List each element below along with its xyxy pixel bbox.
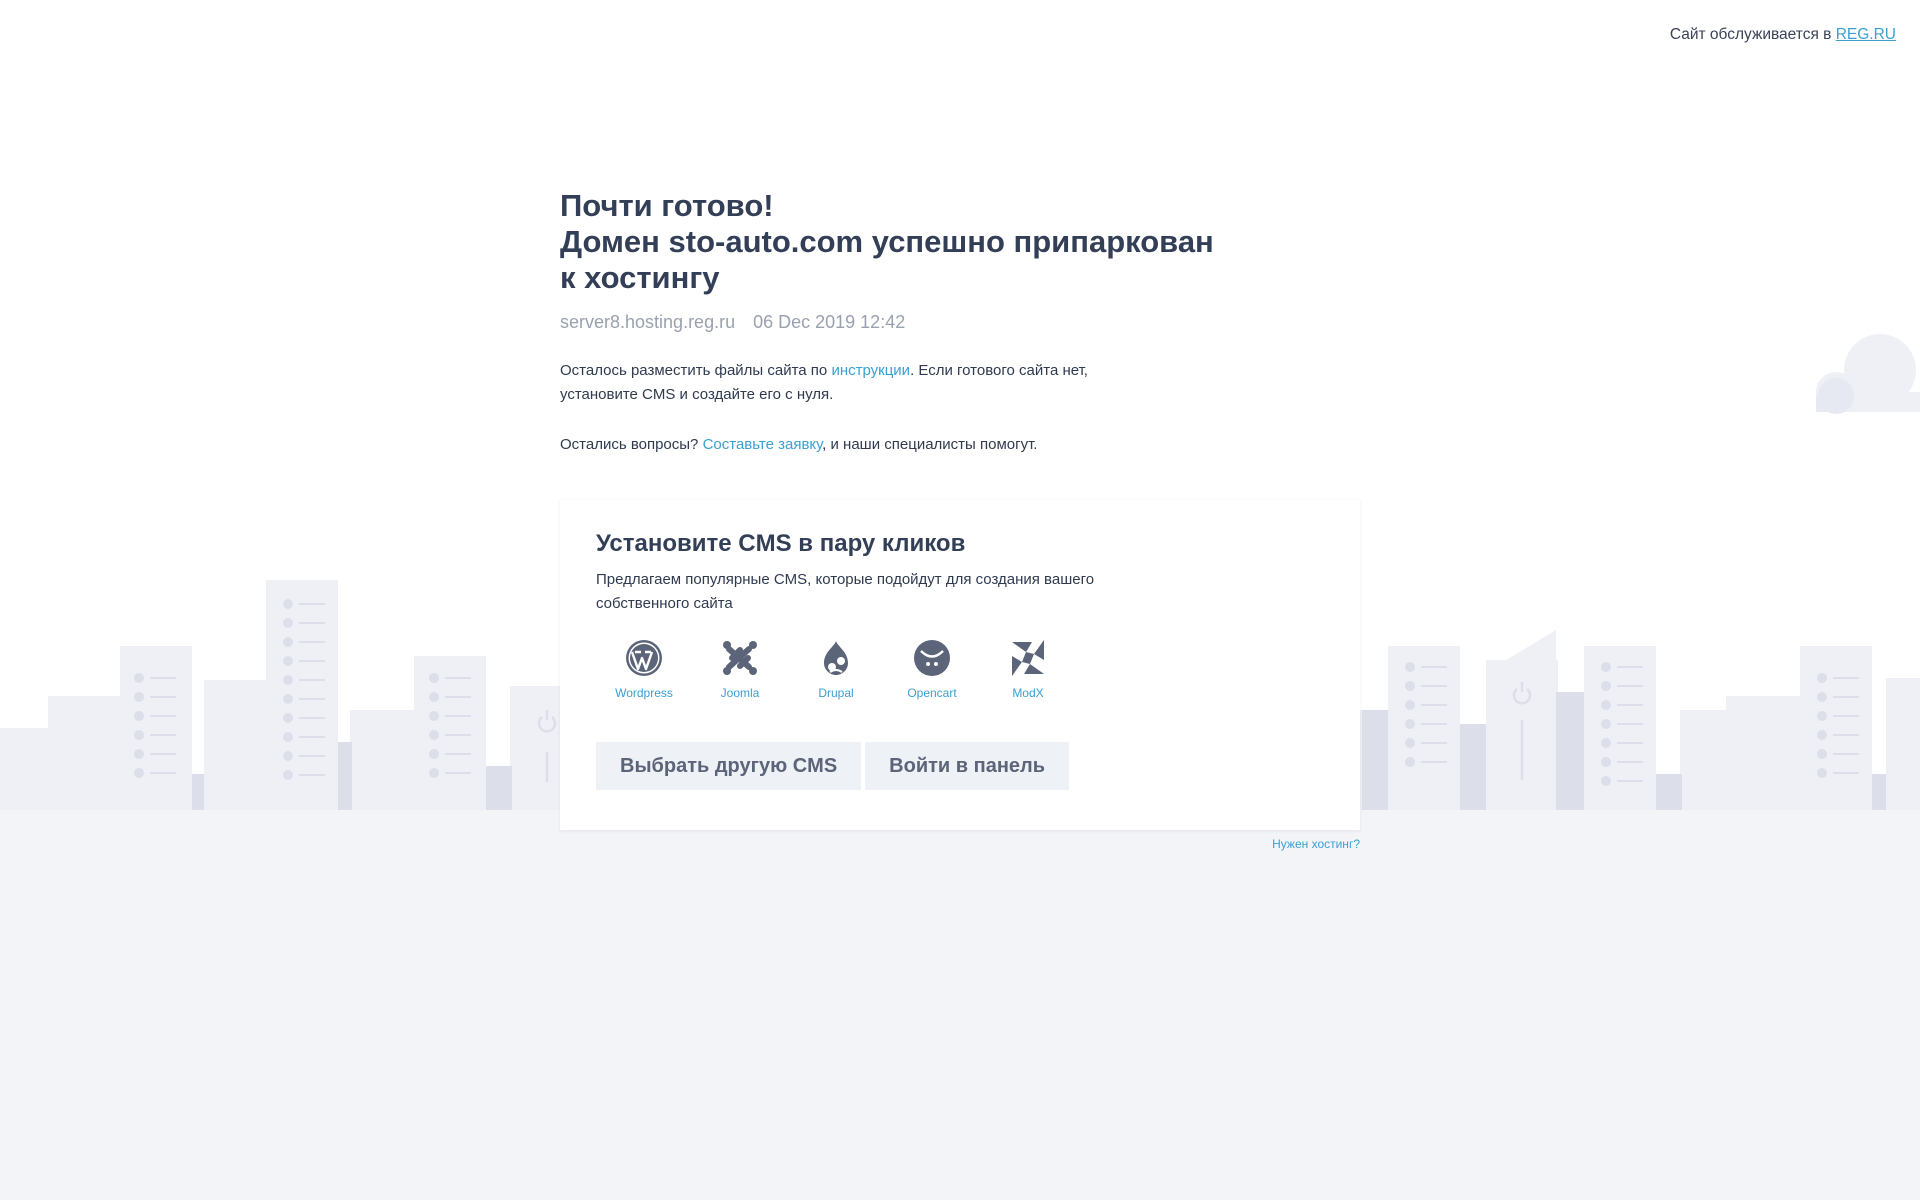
cms-label-joomla: Joomla	[720, 686, 760, 700]
server-meta: server8.hosting.reg.ru 06 Dec 2019 12:42	[560, 312, 1360, 333]
cms-item-modx[interactable]: ModX	[980, 638, 1076, 700]
instructions-link[interactable]: инструкции	[831, 362, 910, 379]
wordpress-icon	[626, 640, 662, 676]
questions-paragraph: Остались вопросы? Составьте заявку, и на…	[560, 433, 1160, 457]
choose-other-cms-button[interactable]: Выбрать другую CMS	[596, 742, 862, 790]
server-name: server8.hosting.reg.ru	[560, 312, 736, 332]
title-line-3: к хостингу	[560, 260, 720, 295]
cms-item-opencart[interactable]: Opencart	[884, 638, 980, 700]
cms-label-modx: ModX	[1012, 686, 1044, 700]
cms-list: Wordpress Joomla Drupal Opencart ModX	[596, 638, 1324, 700]
support-request-link[interactable]: Составьте заявку	[703, 436, 823, 453]
cms-label-opencart: Opencart	[907, 686, 957, 700]
ground-background	[0, 804, 1920, 1200]
joomla-icon	[723, 641, 757, 675]
regru-link[interactable]: REG.RU	[1836, 26, 1896, 43]
hosting-provider-bar: Сайт обслуживается в REG.RU	[1670, 26, 1896, 44]
login-panel-button[interactable]: Войти в панель	[865, 742, 1070, 790]
cms-item-drupal[interactable]: Drupal	[788, 638, 884, 700]
page-title: Почти готово! Домен sto-auto.com успешно…	[560, 188, 1360, 296]
cms-label-wordpress: Wordpress	[615, 686, 673, 700]
cms-card-title: Установите CMS в пару кликов	[596, 530, 966, 557]
instructions-paragraph: Осталось разместить файлы сайта по инстр…	[560, 359, 1160, 407]
instructions-text: Осталось разместить файлы сайта по	[560, 362, 832, 379]
cms-item-wordpress[interactable]: Wordpress	[596, 638, 692, 700]
need-hosting-link[interactable]: Нужен хостинг?	[1200, 837, 1360, 851]
questions-text-end: , и наши специалисты помогут.	[822, 436, 1038, 453]
title-line-1: Почти готово!	[560, 188, 774, 223]
title-line-2: Домен sto-auto.com успешно припаркован	[560, 224, 1214, 259]
card-actions: Выбрать другую CMS Войти в панель	[596, 742, 1324, 790]
cms-item-joomla[interactable]: Joomla	[692, 638, 788, 700]
park-datetime: 06 Dec 2019 12:42	[753, 312, 906, 332]
cloud-illustration	[1816, 334, 1920, 414]
drupal-icon	[824, 641, 848, 675]
questions-text: Остались вопросы?	[560, 436, 703, 453]
cms-label-drupal: Drupal	[818, 686, 854, 700]
page: Сайт обслуживается в REG.RU Почти готово…	[0, 0, 1920, 1200]
cms-install-card: Установите CMS в пару кликов Предлагаем …	[560, 500, 1360, 830]
cms-card-description: Предлагаем популярные CMS, которые подой…	[596, 571, 1095, 612]
opencart-icon	[914, 640, 950, 676]
modx-icon	[1012, 640, 1044, 676]
served-by-text: Сайт обслуживается в	[1669, 26, 1832, 43]
main-content: Почти готово! Домен sto-auto.com успешно…	[560, 188, 1360, 457]
